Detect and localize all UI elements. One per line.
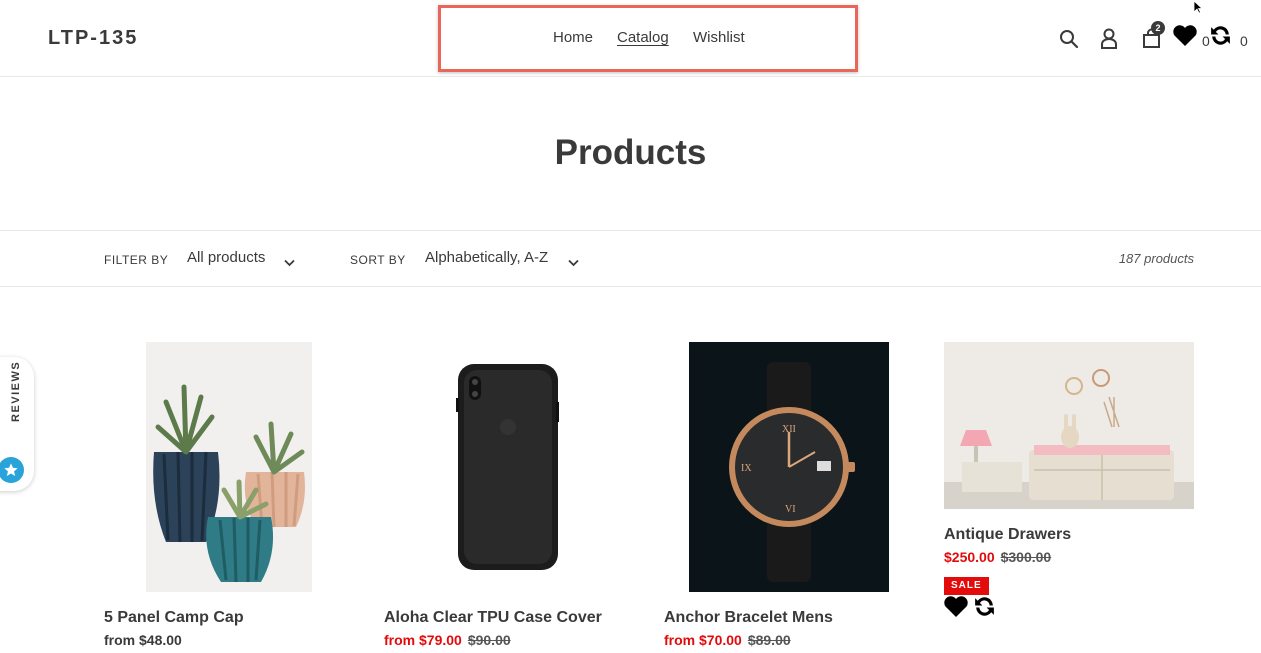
product-price-line: from $48.00 — [104, 632, 182, 648]
cart-count-badge: 2 — [1151, 21, 1165, 35]
sort-select[interactable]: Alphabetically, A-Z — [425, 249, 548, 266]
product-sale-price: from $70.00 — [664, 632, 742, 648]
product-title[interactable]: 5 Panel Camp Cap — [104, 609, 244, 627]
compare-refresh-icon[interactable] — [1208, 23, 1233, 53]
page-title: Products — [554, 133, 707, 172]
nav-home[interactable]: Home — [553, 29, 593, 46]
product-title[interactable]: Anchor Bracelet Mens — [664, 609, 833, 627]
compare-count: 0 — [1240, 33, 1248, 49]
sort-by-label: SORT BY — [350, 253, 406, 267]
product-compare-price: $300.00 — [1000, 549, 1052, 565]
product-price-line: from $79.00 $90.00 — [384, 632, 511, 648]
product-price-line: from $70.00 $89.00 — [664, 632, 791, 648]
filter-sort-bar: FILTER BY All products SORT BY Alphabeti… — [0, 230, 1261, 287]
svg-text:VI: VI — [785, 504, 796, 515]
product-price-line: $250.00 $300.00 — [944, 549, 1051, 565]
product-title[interactable]: Aloha Clear TPU Case Cover — [384, 609, 602, 627]
product-sale-price: from $79.00 — [384, 632, 462, 648]
add-to-compare-icon[interactable] — [972, 594, 997, 624]
site-logo[interactable]: LTP-135 — [48, 27, 138, 50]
product-count: 187 products — [1118, 251, 1194, 266]
reviews-side-tab[interactable]: REVIEWS — [0, 357, 34, 491]
chevron-down-icon[interactable] — [284, 254, 295, 272]
filter-by-label: FILTER BY — [104, 253, 169, 267]
svg-text:IX: IX — [741, 463, 752, 474]
filter-select[interactable]: All products — [187, 249, 265, 266]
product-compare-price: $90.00 — [467, 632, 511, 648]
mouse-cursor-icon — [1193, 0, 1204, 19]
sale-badge: SALE — [944, 577, 989, 595]
add-to-wishlist-heart-icon[interactable] — [943, 595, 969, 623]
product-title[interactable]: Antique Drawers — [944, 526, 1071, 544]
wishlist-heart-icon[interactable] — [1172, 24, 1198, 52]
site-header: LTP-135 Home Catalog Wishlist 2 0 0 — [0, 0, 1261, 77]
nav-wishlist[interactable]: Wishlist — [693, 29, 745, 46]
svg-text:XII: XII — [782, 424, 796, 435]
product-image-camp-cap[interactable] — [146, 342, 312, 592]
chevron-down-icon[interactable] — [568, 254, 579, 272]
product-image-drawers[interactable] — [944, 342, 1194, 509]
product-image-phone-case[interactable] — [384, 342, 634, 592]
product-compare-price: $89.00 — [747, 632, 791, 648]
product-sale-price: $250.00 — [944, 549, 995, 565]
search-icon[interactable] — [1059, 29, 1079, 54]
account-icon[interactable] — [1100, 28, 1118, 54]
product-price: from $48.00 — [104, 632, 182, 648]
product-image-watch[interactable]: XII VI IX — [689, 342, 889, 592]
nav-catalog[interactable]: Catalog — [617, 29, 669, 46]
reviews-tab-label: REVIEWS — [10, 360, 22, 422]
star-icon — [0, 457, 24, 483]
